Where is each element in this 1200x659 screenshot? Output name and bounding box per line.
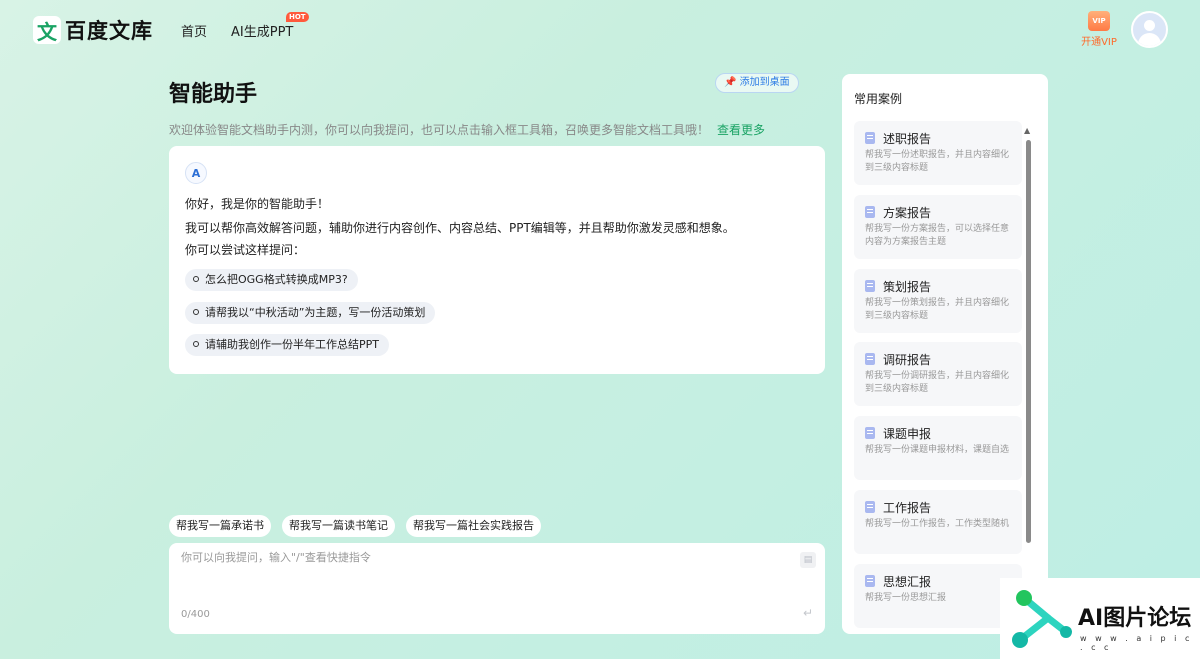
case-name: 方案报告 bbox=[883, 206, 932, 220]
intro-text: 欢迎体验智能文档助手内测，你可以向我提问，也可以点击输入框工具箱，召唤更多智能文… bbox=[169, 121, 765, 138]
avatar-head-icon bbox=[1144, 20, 1155, 31]
assistant-avatar-icon: A bbox=[185, 162, 207, 184]
case-name: 述职报告 bbox=[883, 132, 932, 146]
view-more-link[interactable]: 查看更多 bbox=[717, 123, 765, 137]
ability-text: 我可以帮你高效解答问题，辅助你进行内容创作、内容总结、PPT编辑等，并且帮助你激… bbox=[185, 221, 735, 235]
case-desc: 帮我写一份思想汇报 bbox=[865, 593, 947, 603]
case-desc: 帮我写一份策划报告，并且内容细化到三级内容标题 bbox=[865, 298, 1010, 321]
case-card[interactable]: 课题申报 帮我写一份课题申报材料，课题自选 bbox=[854, 416, 1022, 480]
chat-input[interactable] bbox=[181, 551, 781, 564]
bullet-icon bbox=[193, 309, 199, 315]
logo-text: 百度文库 bbox=[65, 19, 153, 43]
document-icon bbox=[865, 132, 875, 144]
assistant-message-card: A 你好，我是你的智能助手！ 我可以帮你高效解答问题，辅助你进行内容创作、内容总… bbox=[169, 146, 825, 374]
case-name: 工作报告 bbox=[883, 501, 932, 515]
bullet-icon bbox=[193, 276, 199, 282]
scroll-up-arrow-icon[interactable]: ▲ bbox=[1024, 126, 1030, 135]
suggestion-label: 请帮我以“中秋活动”为主题，写一份活动策划 bbox=[205, 306, 426, 319]
case-card[interactable]: 述职报告 帮我写一份述职报告，并且内容细化到三级内容标题 bbox=[854, 121, 1022, 185]
common-cases-panel: 常用案例 述职报告 帮我写一份述职报告，并且内容细化到三级内容标题 方案报告 帮… bbox=[842, 74, 1048, 634]
case-card[interactable]: 工作报告 帮我写一份工作报告，工作类型随机 bbox=[854, 490, 1022, 554]
watermark-url: w w w . a i p i c . c c bbox=[1080, 634, 1193, 652]
baidu-wenku-logo[interactable]: 文 百度文库 bbox=[33, 15, 153, 45]
greeting-text: 你好，我是你的智能助手！ bbox=[185, 197, 330, 211]
intro-message: 欢迎体验智能文档助手内测，你可以向我提问，也可以点击输入框工具箱，召唤更多智能文… bbox=[169, 123, 710, 137]
suggestion-item[interactable]: 怎么把OGG格式转换成MP3? bbox=[185, 269, 358, 291]
case-name: 策划报告 bbox=[883, 280, 932, 294]
quick-prompt-chip[interactable]: 帮我写一篇社会实践报告 bbox=[406, 515, 541, 537]
case-desc: 帮我写一份工作报告，工作类型随机 bbox=[865, 519, 1010, 529]
document-icon bbox=[865, 501, 875, 513]
case-name: 调研报告 bbox=[883, 353, 932, 367]
case-desc: 帮我写一份课题申报材料，课题自选 bbox=[865, 445, 1010, 455]
wenku-logo-icon: 文 bbox=[33, 16, 61, 44]
side-panel-title: 常用案例 bbox=[854, 92, 903, 106]
document-icon bbox=[865, 280, 875, 292]
nav-ai-ppt[interactable]: AI生成PPT bbox=[231, 21, 293, 40]
hot-badge: HOT bbox=[286, 12, 309, 22]
avatar-body-icon bbox=[1138, 33, 1161, 46]
quick-prompt-chip[interactable]: 帮我写一篇读书笔记 bbox=[282, 515, 395, 537]
case-card[interactable]: 方案报告 帮我写一份方案报告，可以选择任意内容为方案报告主题 bbox=[854, 195, 1022, 259]
case-name: 课题申报 bbox=[883, 427, 932, 441]
suggestion-item[interactable]: 请辅助我创作一份半年工作总结PPT bbox=[185, 334, 389, 356]
scrollbar-thumb[interactable] bbox=[1026, 140, 1031, 543]
document-icon bbox=[865, 353, 875, 365]
page-title: 智能助手 bbox=[169, 82, 258, 107]
case-desc: 帮我写一份述职报告，并且内容细化到三级内容标题 bbox=[865, 150, 1010, 173]
suggestion-item[interactable]: 请帮我以“中秋活动”为主题，写一份活动策划 bbox=[185, 302, 436, 324]
char-counter: 0/400 bbox=[181, 609, 210, 620]
vip-label: 开通VIP bbox=[1081, 37, 1117, 48]
bullet-icon bbox=[193, 341, 199, 347]
watermark-text: AI图片论坛 bbox=[1078, 606, 1192, 631]
case-desc: 帮我写一份方案报告，可以选择任意内容为方案报告主题 bbox=[865, 224, 1010, 247]
case-card[interactable]: 调研报告 帮我写一份调研报告，并且内容细化到三级内容标题 bbox=[854, 342, 1022, 406]
suggestion-label: 请辅助我创作一份半年工作总结PPT bbox=[205, 338, 379, 351]
add-to-desktop-button[interactable]: 📌 添加到桌面 bbox=[715, 73, 799, 93]
case-name: 思想汇报 bbox=[883, 575, 932, 589]
case-card[interactable]: 思想汇报 帮我写一份思想汇报 bbox=[854, 564, 1022, 628]
try-hint-text: 你可以尝试这样提问： bbox=[185, 243, 306, 257]
suggestion-label: 怎么把OGG格式转换成MP3? bbox=[205, 273, 348, 286]
open-vip-button[interactable]: VIP 开通VIP bbox=[1079, 11, 1119, 48]
document-icon bbox=[865, 206, 875, 218]
top-header: 文 百度文库 首页 AI生成PPT HOT VIP 开通VIP bbox=[0, 0, 1200, 60]
chat-input-box: ▤ 0/400 ↵ bbox=[169, 543, 825, 634]
send-enter-icon[interactable]: ↵ bbox=[803, 606, 813, 620]
document-icon bbox=[865, 427, 875, 439]
toolbox-icon[interactable]: ▤ bbox=[800, 552, 816, 568]
aipic-watermark: AI图片论坛 w w w . a i p i c . c c bbox=[1000, 578, 1200, 659]
quick-prompt-chip[interactable]: 帮我写一篇承诺书 bbox=[169, 515, 271, 537]
case-card[interactable]: 策划报告 帮我写一份策划报告，并且内容细化到三级内容标题 bbox=[854, 269, 1022, 333]
document-icon bbox=[865, 575, 875, 587]
case-desc: 帮我写一份调研报告，并且内容细化到三级内容标题 bbox=[865, 371, 1010, 394]
vip-gift-icon: VIP bbox=[1088, 11, 1110, 31]
nav-home[interactable]: 首页 bbox=[181, 21, 207, 40]
aipic-logo-icon bbox=[1012, 590, 1072, 648]
user-avatar[interactable] bbox=[1131, 11, 1168, 48]
